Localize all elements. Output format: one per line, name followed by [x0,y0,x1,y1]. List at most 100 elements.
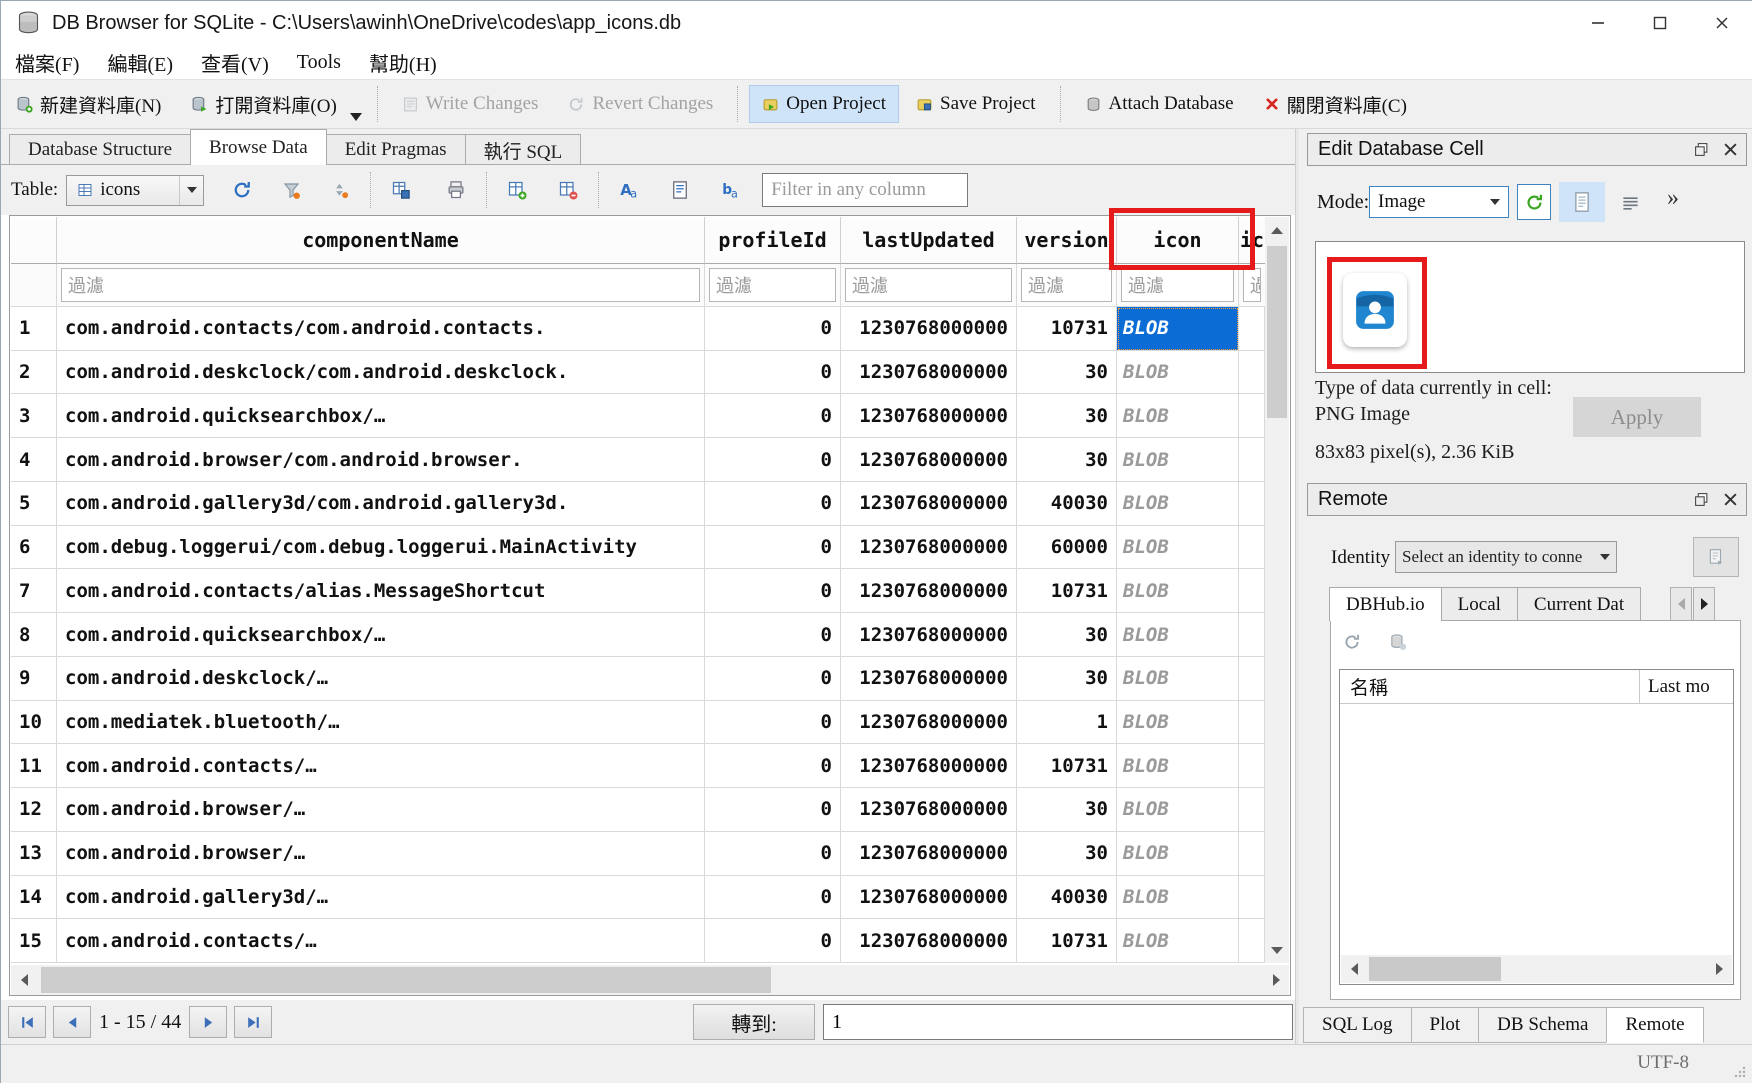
cell-componentName[interactable]: com.android.contacts/… [57,919,705,963]
resize-grip[interactable] [1733,1065,1747,1079]
first-page-button[interactable] [8,1006,46,1038]
scroll-right-icon[interactable] [1706,955,1732,983]
open-project-button[interactable]: Open Project [749,85,899,123]
cell-componentName[interactable]: com.android.contacts/alias.MessageShortc… [57,569,705,613]
last-page-button[interactable] [234,1006,272,1038]
cell-profileId[interactable]: 0 [705,438,841,482]
cell-version[interactable]: 10731 [1017,744,1117,788]
cell-lastUpdated[interactable]: 1230768000000 [841,832,1017,876]
row-number[interactable]: 10 [11,701,57,745]
tab-scroll-left-icon[interactable] [1670,587,1692,621]
filter-componentName[interactable]: 過濾 [57,264,705,307]
row-number[interactable]: 4 [11,438,57,482]
tab-edit-pragmas[interactable]: Edit Pragmas [326,134,466,165]
column-header-icon[interactable]: icon [1117,217,1239,264]
cell-version[interactable]: 30 [1017,657,1117,701]
open-database-button[interactable]: 打開資料庫(O) [178,83,349,126]
add-record-button[interactable] [501,175,533,205]
menu-tools[interactable]: Tools [283,48,355,77]
print-button[interactable] [440,175,472,205]
cell-profileId[interactable]: 0 [705,788,841,832]
row-number[interactable]: 15 [11,919,57,963]
cell-lastUpdated[interactable]: 1230768000000 [841,876,1017,920]
cell-lastUpdated[interactable]: 1230768000000 [841,394,1017,438]
cell-profileId[interactable]: 0 [705,657,841,701]
scroll-right-icon[interactable] [1263,965,1289,995]
revert-changes-button[interactable]: Revert Changes [555,85,726,123]
cell-lastUpdated[interactable]: 1230768000000 [841,569,1017,613]
filter-profileId[interactable]: 過濾 [705,264,841,307]
cell-componentName[interactable]: com.android.gallery3d/com.android.galler… [57,482,705,526]
cell-icon-blob[interactable]: BLOB [1117,482,1239,526]
encoding-indicator[interactable]: UTF-8 [1637,1052,1689,1074]
cell-componentName[interactable]: com.android.browser/… [57,788,705,832]
delete-record-button[interactable] [552,175,584,205]
row-number[interactable]: 8 [11,613,57,657]
column-header-lastUpdated[interactable]: lastUpdated [841,217,1017,264]
remote-clone-db-button[interactable] [1385,629,1411,655]
float-dock-icon[interactable] [1694,492,1709,507]
cell-version[interactable]: 60000 [1017,526,1117,570]
column-header-componentName[interactable]: componentName [57,217,705,264]
save-view-button[interactable] [385,175,417,205]
tab-scroll-right-icon[interactable] [1693,587,1715,621]
cell-icon-blob[interactable]: BLOB [1117,657,1239,701]
maximize-button[interactable] [1629,1,1691,45]
import-data-button[interactable] [1517,184,1551,220]
open-database-dropdown[interactable] [350,113,362,121]
scroll-left-icon[interactable] [1341,955,1367,983]
row-number[interactable]: 11 [11,744,57,788]
goto-record-button[interactable]: 轉到: [693,1004,815,1040]
write-changes-button[interactable]: Write Changes [389,85,552,123]
column-header-profileId[interactable]: profileId [705,217,841,264]
row-number[interactable]: 6 [11,526,57,570]
scroll-down-icon[interactable] [1265,937,1289,963]
column-header-partial[interactable]: ic [1239,217,1265,264]
cell-lastUpdated[interactable]: 1230768000000 [841,701,1017,745]
filter-icon-column[interactable]: 過濾 [1117,264,1239,307]
cell-profileId[interactable]: 0 [705,569,841,613]
cell-profileId[interactable]: 0 [705,744,841,788]
cell-componentName[interactable]: com.mediatek.bluetooth/… [57,701,705,745]
cell-componentName[interactable]: com.android.browser/com.android.browser. [57,438,705,482]
cell-icon-blob[interactable]: BLOB [1117,919,1239,963]
cell-version[interactable]: 10731 [1017,569,1117,613]
cell-lastUpdated[interactable]: 1230768000000 [841,351,1017,395]
cell-profileId[interactable]: 0 [705,876,841,920]
clear-sort-button[interactable] [324,175,356,205]
cell-version[interactable]: 40030 [1017,876,1117,920]
cell-profileId[interactable]: 0 [705,701,841,745]
next-page-button[interactable] [189,1006,227,1038]
column-header-version[interactable]: version [1017,217,1117,264]
identity-selector[interactable]: Select an identity to conne [1395,541,1617,573]
cell-profileId[interactable]: 0 [705,482,841,526]
vertical-scrollbar[interactable] [1265,217,1289,963]
cell-version[interactable]: 30 [1017,613,1117,657]
attach-database-button[interactable]: Attach Database [1072,85,1247,123]
tab-browse-data[interactable]: Browse Data [190,129,327,165]
cell-componentName[interactable]: com.android.deskclock/… [57,657,705,701]
cell-lastUpdated[interactable]: 1230768000000 [841,744,1017,788]
cell-lastUpdated[interactable]: 1230768000000 [841,919,1017,963]
encoding-button[interactable] [664,175,696,205]
cell-icon-blob[interactable]: BLOB [1117,788,1239,832]
scroll-up-icon[interactable] [1265,217,1289,243]
cell-lastUpdated[interactable]: 1230768000000 [841,526,1017,570]
cell-componentName[interactable]: com.android.quicksearchbox/… [57,613,705,657]
menu-view[interactable]: 查看(V) [187,48,283,77]
cell-profileId[interactable]: 0 [705,526,841,570]
cell-componentName[interactable]: com.android.deskclock/com.android.deskcl… [57,351,705,395]
menu-file[interactable]: 檔案(F) [1,48,93,77]
cell-componentName[interactable]: com.android.browser/… [57,832,705,876]
cell-version[interactable]: 30 [1017,351,1117,395]
cell-profileId[interactable]: 0 [705,613,841,657]
cell-profileId[interactable]: 0 [705,394,841,438]
cell-version[interactable]: 30 [1017,394,1117,438]
remote-tab-local[interactable]: Local [1441,587,1518,621]
scroll-left-icon[interactable] [11,965,37,995]
cell-lastUpdated[interactable]: 1230768000000 [841,438,1017,482]
clear-filters-button[interactable] [275,175,307,205]
cell-icon-blob[interactable]: BLOB [1117,438,1239,482]
apply-button[interactable]: Apply [1573,397,1701,437]
cell-version[interactable]: 10731 [1017,919,1117,963]
